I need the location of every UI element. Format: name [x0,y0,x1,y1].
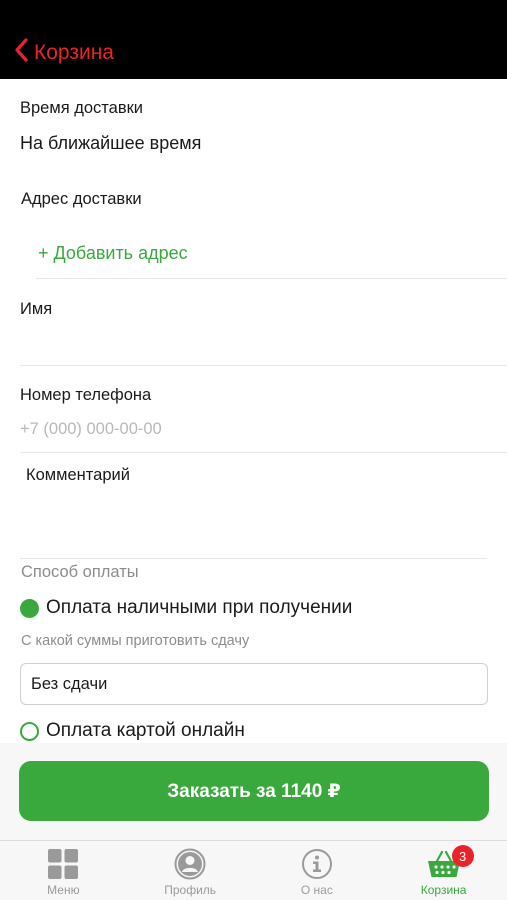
delivery-time-label: Время доставки [20,99,144,117]
name-field[interactable] [20,328,490,358]
payment-label: Способ оплаты [21,563,139,581]
tab-bar: Меню Профиль О нас 3 Корзина [0,840,507,900]
payment-option-cash[interactable]: Оплата наличными при получении [20,597,352,619]
chevron-left-icon [14,38,28,67]
payment-option-card[interactable]: Оплата картой онлайн [20,720,245,742]
payment-option-label: Оплата наличными при получении [46,597,353,618]
phone-label: Номер телефона [20,386,152,404]
divider [20,452,507,453]
tab-label: Меню [47,883,80,897]
divider [20,558,487,559]
radio-unselected-icon [20,721,39,741]
grid-icon [47,848,79,880]
tab-about[interactable]: О нас [254,841,381,900]
back-button[interactable]: Корзина [14,38,114,67]
delivery-time-value[interactable]: На ближайшее время [20,133,201,154]
comment-label: Комментарий [26,466,130,484]
divider [36,278,507,279]
tab-profile[interactable]: Профиль [127,841,254,900]
radio-selected-icon [20,598,39,618]
add-address-link[interactable]: + Добавить адрес [38,243,188,264]
order-button[interactable]: Заказать за 1140 ₽ [19,761,489,821]
address-label: Адрес доставки [21,190,142,208]
tab-menu[interactable]: Меню [0,841,127,900]
tab-label: Профиль [164,883,217,897]
back-title: Корзина [34,40,114,64]
phone-field[interactable]: +7 (000) 000-00-00 [20,420,162,439]
top-bar: Корзина [0,0,507,79]
info-icon [301,848,333,880]
change-input[interactable]: Без сдачи [20,663,488,705]
change-label: С какой суммы приготовить сдачу [21,633,250,649]
payment-option-label: Оплата картой онлайн [46,720,245,741]
tab-cart[interactable]: 3 Корзина [380,841,507,900]
cart-count-badge: 3 [451,845,474,867]
divider [20,365,507,366]
comment-field[interactable] [26,494,486,548]
tab-label: О нас [300,883,333,897]
basket-icon: 3 [427,845,474,880]
tab-label: Корзина [420,883,467,897]
profile-icon [174,848,206,880]
name-label: Имя [20,300,53,318]
